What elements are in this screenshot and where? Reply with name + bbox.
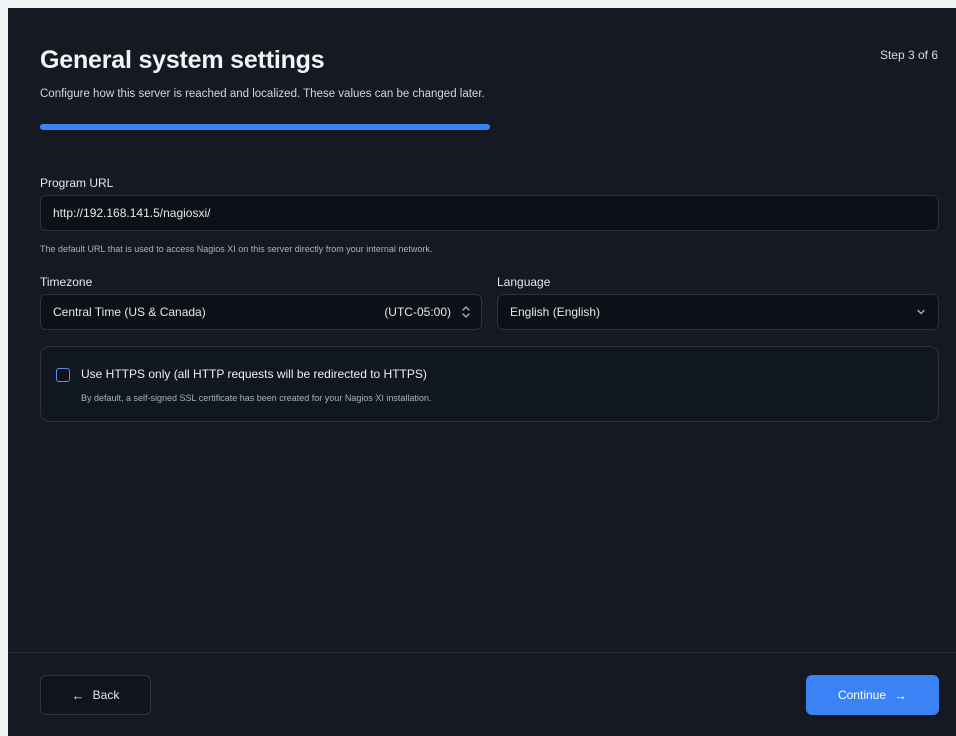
up-down-chevron-icon: [462, 306, 470, 318]
program-url-value: http://192.168.141.5/nagiosxi/: [53, 206, 211, 220]
arrow-left-icon: ←: [71, 687, 85, 703]
program-url-label: Program URL: [40, 176, 114, 190]
back-button-label: Back: [92, 688, 120, 702]
arrow-right-icon: →: [894, 687, 908, 703]
step-indicator: Step 3 of 6: [879, 48, 938, 62]
timezone-label: Timezone: [40, 275, 93, 289]
continue-button-label: Continue: [837, 688, 887, 702]
back-button[interactable]: ← Back: [40, 675, 151, 715]
wizard-header: General system settings Step 3 of 6 Conf…: [40, 46, 938, 100]
timezone-offset: (UTC-05:00): [384, 305, 451, 319]
https-only-label[interactable]: Use HTTPS only (all HTTP requests will b…: [81, 367, 427, 381]
language-value: English (English): [510, 305, 601, 319]
timezone-select[interactable]: Central Time (US & Canada) (UTC-05:00): [40, 294, 482, 330]
program-url-input[interactable]: http://192.168.141.5/nagiosxi/: [40, 195, 939, 231]
setup-wizard-panel: General system settings Step 3 of 6 Conf…: [8, 8, 956, 736]
chevron-down-icon: [917, 309, 925, 315]
program-url-help: The default URL that is used to access N…: [40, 244, 433, 254]
https-option-card: Use HTTPS only (all HTTP requests will b…: [40, 346, 939, 422]
language-label: Language: [497, 275, 551, 289]
https-only-help: By default, a self-signed SSL certificat…: [81, 393, 432, 403]
language-select[interactable]: English (English): [497, 294, 939, 330]
timezone-value: Central Time (US & Canada): [53, 305, 206, 319]
continue-button[interactable]: Continue →: [806, 675, 939, 715]
progress-bar-fill: [40, 124, 490, 130]
footer-divider: [8, 652, 956, 653]
progress-bar: [40, 124, 490, 130]
page-subtitle: Configure how this server is reached and…: [40, 88, 485, 100]
page-title: General system settings: [40, 46, 325, 74]
https-only-checkbox[interactable]: [56, 368, 70, 382]
